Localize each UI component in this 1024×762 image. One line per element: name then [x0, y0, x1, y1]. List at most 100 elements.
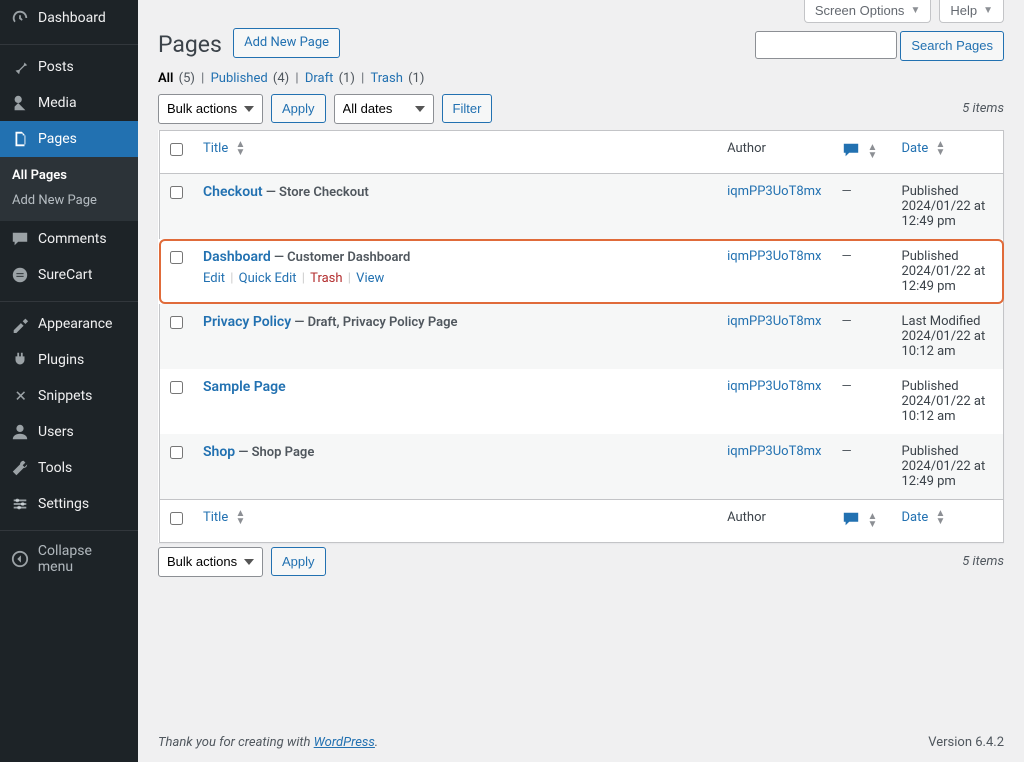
date-cell: Last Modified2024/01/22 at10:12 am	[892, 304, 1004, 369]
column-comments-sort[interactable]: ▲▼	[842, 141, 878, 163]
comments-count: —	[832, 304, 892, 369]
bulk-actions-select-bottom[interactable]: Bulk actions	[158, 547, 263, 577]
row-title-link[interactable]: Dashboard	[203, 249, 271, 265]
bulk-actions-select-top[interactable]: Bulk actions	[158, 94, 263, 124]
sidebar-subitem-add-new-page[interactable]: Add New Page	[0, 188, 138, 213]
sidebar-item-tools[interactable]: Tools	[0, 450, 138, 486]
select-all-top[interactable]	[170, 143, 183, 156]
settings-icon	[10, 494, 30, 514]
sidebar-subitem-all-pages[interactable]: All Pages	[0, 163, 138, 188]
pages-table: Title ▲▼ Author ▲▼ Date	[158, 130, 1004, 543]
row-checkbox[interactable]	[170, 316, 183, 329]
apply-button-bottom[interactable]: Apply	[271, 547, 326, 577]
search-pages-input[interactable]	[755, 31, 897, 59]
view-filter-count: (5)	[175, 71, 195, 86]
dashboard-icon	[10, 8, 30, 28]
add-new-page-button[interactable]: Add New Page	[233, 28, 340, 58]
menu-separator	[0, 526, 138, 531]
row-action-quick-edit[interactable]: Quick Edit	[239, 271, 297, 286]
row-title-link[interactable]: Sample Page	[203, 379, 286, 395]
sidebar-item-appearance[interactable]: Appearance	[0, 306, 138, 342]
sort-arrows-icon: ▲▼	[935, 510, 945, 526]
view-filter-published[interactable]: Published	[211, 71, 268, 86]
sidebar-item-dashboard[interactable]: Dashboard	[0, 0, 138, 36]
search-pages-button[interactable]: Search Pages	[900, 31, 1004, 61]
column-date-sort[interactable]: Date ▲▼	[902, 510, 946, 525]
users-icon	[10, 422, 30, 442]
row-title-link[interactable]: Shop	[203, 444, 235, 460]
author-link[interactable]: iqmPP3UoT8mx	[727, 314, 821, 329]
sidebar-item-media[interactable]: Media	[0, 85, 138, 121]
column-date-label: Date	[902, 510, 929, 525]
row-checkbox[interactable]	[170, 381, 183, 394]
sort-arrows-icon: ▲▼	[868, 513, 878, 529]
author-link[interactable]: iqmPP3UoT8mx	[727, 184, 821, 199]
row-action-view[interactable]: View	[356, 271, 384, 286]
sort-arrows-icon: ▲▼	[235, 141, 245, 157]
view-filters: All (5) | Published (4) | Draft (1) | Tr…	[158, 71, 1004, 86]
sidebar-item-pages[interactable]: Pages	[0, 121, 138, 157]
author-link[interactable]: iqmPP3UoT8mx	[727, 379, 821, 394]
author-link[interactable]: iqmPP3UoT8mx	[727, 249, 821, 264]
tablenav-top: Bulk actions Apply All dates Filter 5 it…	[158, 94, 1004, 124]
media-icon	[10, 93, 30, 113]
row-title-link[interactable]: Checkout	[203, 184, 263, 200]
sidebar-item-plugins[interactable]: Plugins	[0, 342, 138, 378]
column-author-label: Author	[717, 499, 831, 542]
sidebar-item-label: Media	[38, 95, 77, 111]
post-state: — Draft, Privacy Policy Page	[291, 315, 457, 330]
screen-meta-bar: Screen Options ▼ Help ▼	[158, 0, 1004, 23]
sidebar-item-snippets[interactable]: Snippets	[0, 378, 138, 414]
row-title-link[interactable]: Privacy Policy	[203, 314, 291, 330]
menu-separator	[0, 297, 138, 302]
sidebar-item-comments[interactable]: Comments	[0, 221, 138, 257]
view-filter-trash[interactable]: Trash	[370, 71, 402, 86]
row-checkbox[interactable]	[170, 446, 183, 459]
post-state: — Customer Dashboard	[271, 250, 411, 265]
footer-version: Version 6.4.2	[928, 735, 1004, 750]
table-row: Dashboard — Customer DashboardEdit | Qui…	[159, 239, 1004, 304]
column-date-label: Date	[902, 141, 929, 156]
surecart-icon	[10, 265, 30, 285]
help-button[interactable]: Help ▼	[939, 0, 1004, 23]
column-title-sort[interactable]: Title ▲▼	[203, 510, 245, 525]
sidebar-item-collapse[interactable]: Collapse menu	[0, 535, 138, 583]
snippets-icon	[10, 386, 30, 406]
row-checkbox[interactable]	[170, 186, 183, 199]
view-filter-draft[interactable]: Draft	[305, 71, 334, 86]
author-link[interactable]: iqmPP3UoT8mx	[727, 444, 821, 459]
sidebar-item-posts[interactable]: Posts	[0, 49, 138, 85]
tablenav-bottom: Bulk actions Apply 5 items	[158, 547, 1004, 577]
sidebar-submenu-pages: All Pages Add New Page	[0, 157, 138, 221]
chevron-down-icon: ▼	[910, 5, 920, 16]
appearance-icon	[10, 314, 30, 334]
help-label: Help	[950, 3, 977, 18]
row-action-edit[interactable]: Edit	[203, 271, 225, 286]
sidebar-item-settings[interactable]: Settings	[0, 486, 138, 522]
footer-thanks: Thank you for creating with WordPress.	[158, 735, 378, 750]
wordpress-link[interactable]: WordPress	[314, 735, 375, 750]
date-filter-select[interactable]: All dates	[334, 94, 434, 124]
column-author-label: Author	[717, 130, 831, 173]
sidebar-item-label: Dashboard	[38, 10, 106, 26]
page-title: Pages	[158, 31, 230, 58]
column-comments-sort[interactable]: ▲▼	[842, 510, 878, 532]
column-date-sort[interactable]: Date ▲▼	[902, 141, 946, 156]
post-state: — Shop Page	[235, 445, 314, 460]
row-action-trash[interactable]: Trash	[310, 271, 342, 286]
sidebar-item-surecart[interactable]: SureCart	[0, 257, 138, 293]
row-checkbox[interactable]	[170, 251, 183, 264]
apply-button-top[interactable]: Apply	[271, 94, 326, 124]
admin-footer: Thank you for creating with WordPress. V…	[138, 725, 1024, 762]
sidebar-item-users[interactable]: Users	[0, 414, 138, 450]
date-cell: Published2024/01/22 at12:49 pm	[892, 173, 1004, 239]
view-filter-all[interactable]: All	[158, 71, 173, 86]
sidebar-item-label: Plugins	[38, 352, 84, 368]
select-all-bottom[interactable]	[170, 512, 183, 525]
filter-button[interactable]: Filter	[442, 94, 493, 124]
view-filter-count: (1)	[335, 71, 355, 86]
sidebar-item-label: Tools	[38, 460, 72, 476]
admin-sidebar: Dashboard Posts Media Pages All Pages Ad…	[0, 0, 138, 762]
column-title-sort[interactable]: Title ▲▼	[203, 141, 245, 156]
screen-options-button[interactable]: Screen Options ▼	[804, 0, 932, 23]
